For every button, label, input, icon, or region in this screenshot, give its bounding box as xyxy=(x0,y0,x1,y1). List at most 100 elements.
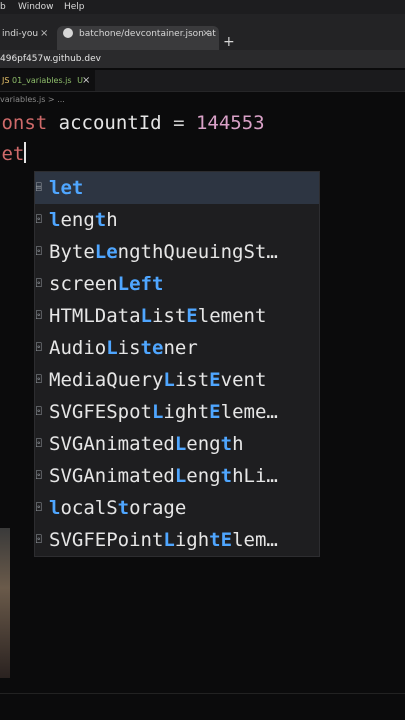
code-line-2[interactable]: let xyxy=(0,141,27,167)
suggestion-text: h xyxy=(106,209,118,231)
symbol-icon: ⌻ xyxy=(36,439,42,449)
suggestion-item[interactable]: ⌻ length xyxy=(35,204,319,236)
suggestion-text: igh xyxy=(174,529,210,551)
suggestion-item[interactable]: ⌻ AudioListener xyxy=(35,332,319,364)
close-icon[interactable]: × xyxy=(40,24,48,44)
match-highlight: Left xyxy=(117,273,164,295)
suggestion-item[interactable]: ⌻ MediaQueryListEvent xyxy=(35,364,319,396)
suggestion-text: SVGFEPoint xyxy=(49,529,164,551)
suggestion-item[interactable]: ⌸ let xyxy=(35,172,319,204)
match-highlight: E xyxy=(186,305,198,327)
code-line-1[interactable]: const accountId = 144553 xyxy=(0,110,265,136)
address-url: 496pf457w.github.dev xyxy=(0,54,101,64)
match-highlight: L xyxy=(140,305,152,327)
divider xyxy=(0,693,405,694)
suggestion-text: SVGFESpot xyxy=(49,401,152,423)
browser-tab-1[interactable]: indi-you × xyxy=(0,24,55,50)
breadcrumb[interactable]: variables.js > ... xyxy=(0,94,65,106)
identifier: accountId xyxy=(58,112,162,134)
suggestion-label: let xyxy=(49,172,83,204)
suggestion-label: SVGAnimatedLength xyxy=(49,428,244,460)
symbol-icon: ⌻ xyxy=(36,407,42,417)
menu-bar: b Window Help xyxy=(0,0,405,14)
symbol-icon: ⌻ xyxy=(36,503,42,513)
suggestion-text: ner xyxy=(163,337,198,359)
suggestion-text: is xyxy=(117,337,141,359)
suggestion-text: screen xyxy=(49,273,118,295)
suggestion-text: ngth xyxy=(117,241,164,263)
match-highlight: E xyxy=(209,369,221,391)
editor-tab-label: 01_variables.js xyxy=(11,76,72,85)
match-highlight: L xyxy=(163,369,175,391)
symbol-icon: ⌻ xyxy=(36,311,42,321)
suggestion-item[interactable]: ⌻ SVGAnimatedLength xyxy=(35,428,319,460)
keyword-const: const xyxy=(0,112,48,134)
suggestion-text: ist xyxy=(151,305,187,327)
match-highlight: L xyxy=(106,337,118,359)
symbol-icon: ⌻ xyxy=(36,279,42,289)
match-highlight: L xyxy=(174,465,187,487)
suggestion-text: orage xyxy=(129,497,187,519)
close-icon[interactable]: × xyxy=(82,70,90,91)
symbol-icon: ⌻ xyxy=(36,535,42,545)
suggestion-label: SVGFESpotLightEleme… xyxy=(49,396,278,428)
suggestion-item[interactable]: ⌻ SVGFESpotLightEleme… xyxy=(35,396,319,428)
suggestion-text: Audio xyxy=(49,337,107,359)
match-highlight: t xyxy=(117,497,130,519)
suggestion-label: HTMLDataListElement xyxy=(49,300,266,332)
symbol-icon: ⌻ xyxy=(36,215,42,225)
suggestion-text: MediaQuery xyxy=(49,369,164,391)
match-highlight: Le xyxy=(94,241,118,263)
suggestion-text: lem… xyxy=(232,529,278,551)
match-highlight: E xyxy=(209,401,221,423)
match-highlight: let xyxy=(49,177,84,199)
operator: = xyxy=(173,112,185,134)
match-highlight: L xyxy=(163,529,175,551)
match-highlight: te xyxy=(140,337,164,359)
match-highlight: t xyxy=(94,209,107,231)
suggestion-text: eng xyxy=(60,209,95,231)
suggestion-text: SVGAnimated xyxy=(49,465,175,487)
tab-label: indi-you xyxy=(2,29,39,39)
match-highlight: l xyxy=(49,209,61,231)
address-bar[interactable]: 496pf457w.github.dev xyxy=(0,50,405,68)
suggestion-item[interactable]: ⌻ SVGFEPointLightElem… xyxy=(35,524,319,556)
js-file-icon: JS xyxy=(2,76,10,85)
webcam-overlay xyxy=(0,528,10,678)
suggestion-label: localStorage xyxy=(49,492,186,524)
editor-tab-variables[interactable]: JS 01_variables.js U × xyxy=(0,70,95,91)
suggestion-text: hLi… xyxy=(232,465,278,487)
suggestion-widget: ⌸ let ⌻ length ⌻ ByteLengthQueuingSt… ⌻ screenL… xyxy=(34,171,320,557)
suggestion-label: AudioListener xyxy=(49,332,198,364)
suggestion-text: eng xyxy=(186,433,221,455)
text-cursor xyxy=(24,142,27,163)
match-highlight: t xyxy=(220,433,233,455)
suggestion-text: leme… xyxy=(220,401,278,423)
suggestion-item[interactable]: ⌻ ByteLengthQueuingSt… xyxy=(35,236,319,268)
suggestion-item[interactable]: ⌻ screenLeft xyxy=(35,268,319,300)
menu-item-window[interactable]: Window xyxy=(18,0,54,14)
editor-tab-row: JS 01_variables.js U × xyxy=(0,70,405,92)
suggestion-text: vent xyxy=(220,369,267,391)
menu-item-help[interactable]: Help xyxy=(64,0,85,14)
browser-tab-2[interactable]: batchone/devcontainer.json at × xyxy=(57,26,219,52)
match-highlight: L xyxy=(174,433,187,455)
symbol-icon: ⌻ xyxy=(36,375,42,385)
menu-item-truncated[interactable]: b xyxy=(0,0,6,14)
new-tab-button[interactable]: + xyxy=(223,35,235,49)
suggestion-item[interactable]: ⌻ HTMLDataListElement xyxy=(35,300,319,332)
close-icon[interactable]: × xyxy=(202,26,210,44)
symbol-icon: ⌻ xyxy=(36,471,42,481)
browser-tab-strip: indi-you × batchone/devcontainer.json at… xyxy=(0,14,405,52)
suggestion-label: MediaQueryListEvent xyxy=(49,364,266,396)
suggestion-item[interactable]: ⌻ localStorage xyxy=(35,492,319,524)
symbol-icon: ⌻ xyxy=(36,343,42,353)
match-highlight: L xyxy=(151,401,164,423)
typed-text: let xyxy=(0,143,25,165)
match-highlight: l xyxy=(49,497,61,519)
symbol-icon: ⌻ xyxy=(36,247,42,257)
suggestion-item[interactable]: ⌻ SVGAnimatedLengthLi… xyxy=(35,460,319,492)
suggestion-text: QueuingSt… xyxy=(163,241,278,263)
github-icon xyxy=(63,28,73,38)
suggestion-text: ist xyxy=(174,369,210,391)
